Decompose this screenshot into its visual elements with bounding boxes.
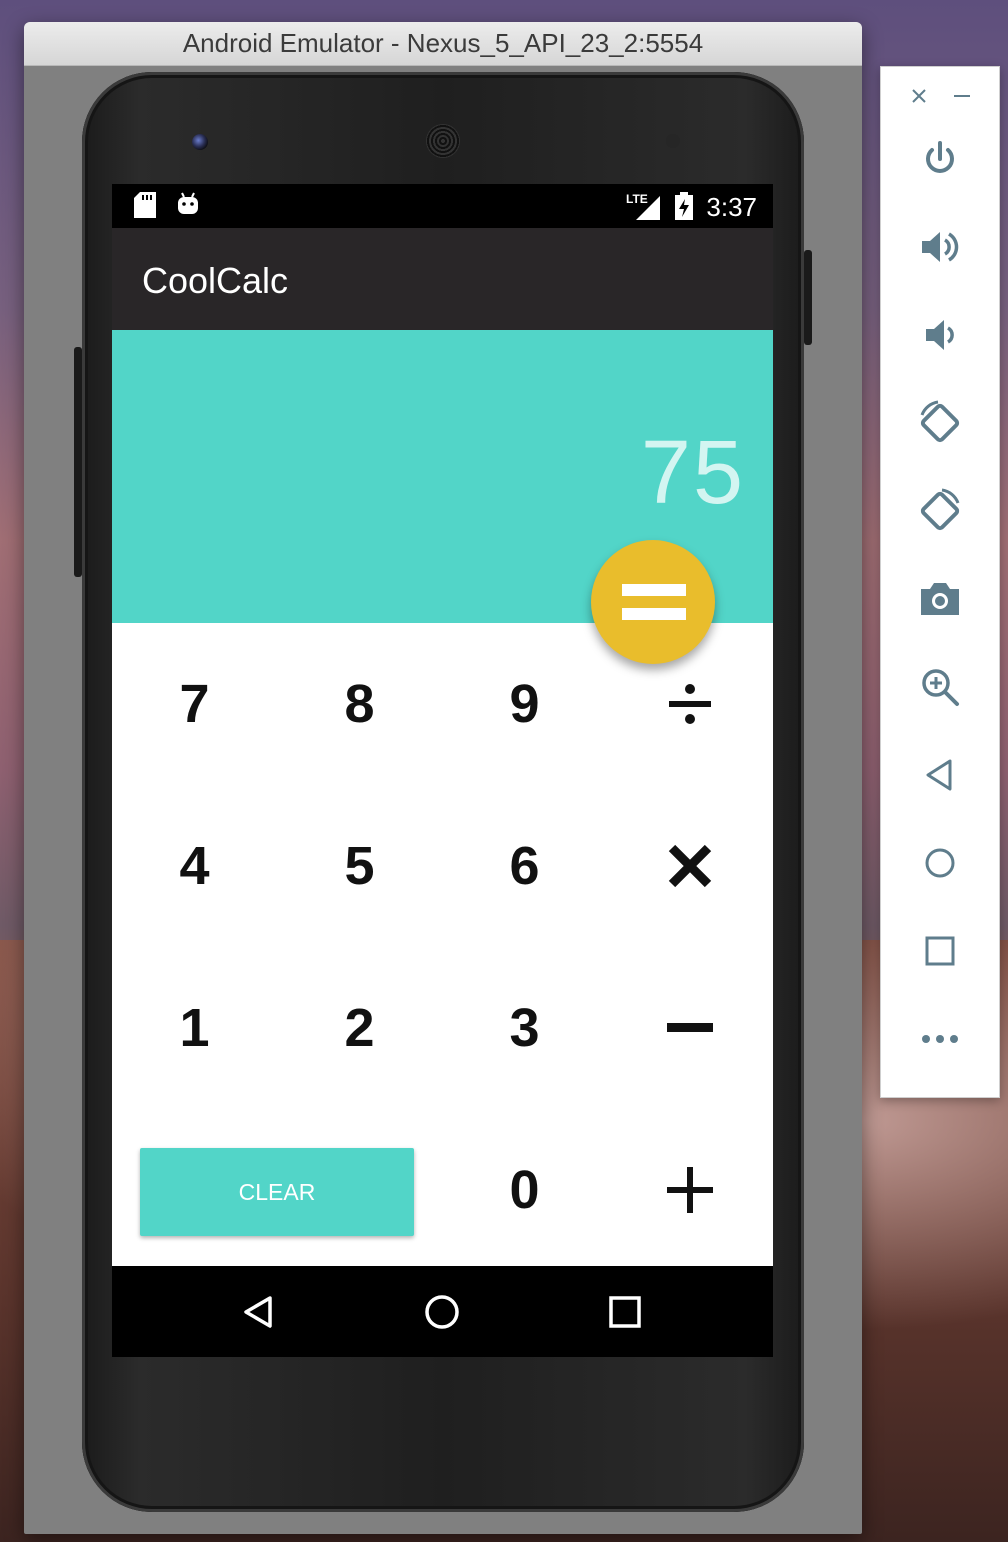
lte-signal-icon: LTE [626,192,662,225]
plus-button[interactable] [607,1109,772,1271]
multiply-button[interactable] [607,785,772,947]
phone-side-button-right [804,250,812,345]
volume-up-button[interactable] [910,217,970,277]
key-2[interactable]: 2 [277,947,442,1109]
sd-card-icon [134,192,156,223]
nav-home-button[interactable] [352,1266,532,1357]
equals-icon-bar [622,608,686,620]
key-1[interactable]: 1 [112,947,277,1109]
zoom-icon [922,669,959,706]
keypad: 7 8 9 4 5 6 1 2 3 CLEAR 0 [112,623,773,1266]
zoom-button[interactable] [910,657,970,717]
power-button[interactable] [910,129,970,189]
proximity-sensor [666,134,680,148]
android-icon [176,192,200,221]
front-camera [192,134,208,150]
rotate-right-icon [920,488,960,531]
key-9[interactable]: 9 [442,623,607,785]
app-bar: CoolCalc [112,228,773,330]
volume-up-icon [922,232,959,262]
key-4[interactable]: 4 [112,785,277,947]
rotate-left-icon [920,400,960,443]
window-title: Android Emulator - Nexus_5_API_23_2:5554 [24,22,862,66]
minus-icon [666,1023,713,1032]
status-clock: 3:37 [706,192,757,222]
key-0[interactable]: 0 [442,1109,607,1271]
toolbar-home-button[interactable] [910,833,970,893]
display-value: 75 [640,423,745,523]
rotate-left-button[interactable] [910,393,970,453]
close-icon[interactable] [906,83,932,109]
device-screen: LTE 3:37 CoolCalc 75 7 8 9 4 5 6 1 2 3 C… [112,184,773,1357]
clear-button[interactable]: CLEAR [140,1148,414,1236]
home-icon [425,1294,459,1329]
toolbar-overview-button[interactable] [910,921,970,981]
toolbar-window-controls [881,81,999,111]
nav-back-button[interactable] [168,1266,348,1357]
power-icon [926,141,954,173]
key-8[interactable]: 8 [277,623,442,785]
volume-down-button[interactable] [910,305,970,365]
navigation-bar [112,1266,773,1357]
key-7[interactable]: 7 [112,623,277,785]
emulator-toolbar [880,66,1000,1098]
key-5[interactable]: 5 [277,785,442,947]
overview-icon [925,936,955,966]
nav-recents-button[interactable] [535,1266,715,1357]
toolbar-back-button[interactable] [910,745,970,805]
back-icon [926,759,952,791]
key-3[interactable]: 3 [442,947,607,1109]
volume-down-icon [926,320,954,350]
earpiece-speaker [426,124,460,158]
plus-icon [666,1167,713,1213]
equals-icon [622,584,686,596]
back-icon [244,1295,272,1328]
phone-side-button-left [74,347,82,577]
rotate-right-button[interactable] [910,481,970,541]
equals-button[interactable] [591,540,715,664]
status-bar: LTE 3:37 [112,184,773,228]
screenshot-button[interactable] [910,569,970,629]
minimize-icon[interactable] [949,83,975,109]
recents-icon [609,1295,641,1328]
minus-button[interactable] [607,947,772,1109]
battery-icon [674,192,694,225]
multiply-icon [668,844,711,888]
home-icon [925,848,955,878]
more-button[interactable] [910,1009,970,1069]
more-icon [922,1035,958,1043]
key-6[interactable]: 6 [442,785,607,947]
camera-icon [921,583,959,615]
svg-text:LTE: LTE [626,192,648,206]
app-title: CoolCalc [142,260,289,301]
divide-icon [668,684,711,724]
